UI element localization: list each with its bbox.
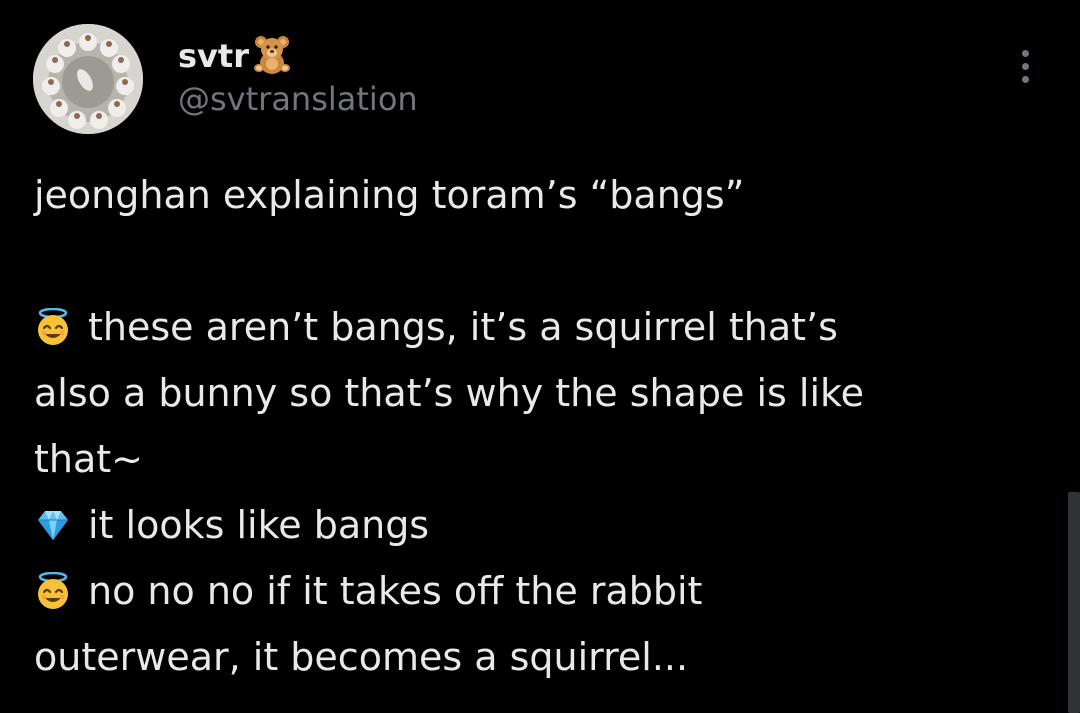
avatar-photo <box>33 24 143 134</box>
author-name-row[interactable]: svtr <box>178 32 293 80</box>
tweet-line-text: also a bunny so that’s why the shape is … <box>34 371 865 415</box>
scrollbar[interactable] <box>1068 492 1080 713</box>
tweet-line-text: no no no if it takes off the rabbit <box>88 569 703 613</box>
tweet-line: these aren’t bangs, it’s a squirrel that… <box>34 294 1044 360</box>
gem-stone-icon <box>34 498 72 540</box>
tweet-line: no no no if it takes off the rabbit <box>34 558 1044 624</box>
tweet-line-text: these aren’t bangs, it’s a squirrel that… <box>88 305 838 349</box>
more-vertical-icon-dot <box>1021 75 1029 83</box>
tweet-line-text: it looks like bangs <box>88 503 430 547</box>
tweet-line: also a bunny so that’s why the shape is … <box>34 360 1044 426</box>
tweet-line: that~ <box>34 426 1044 492</box>
avatar[interactable] <box>33 24 143 134</box>
more-options-button[interactable] <box>1008 44 1042 88</box>
more-vertical-icon-dot <box>1021 62 1029 70</box>
tweet-line: jeonghan explaining toram’s “bangs” <box>34 162 1044 228</box>
tweet-line: it looks like bangs <box>34 492 1044 558</box>
smiling-face-with-halo-icon <box>34 300 72 345</box>
user-handle[interactable]: @svtranslation <box>178 80 418 118</box>
tweet-line-text: outerwear, it becomes a squirrel... <box>34 635 689 679</box>
tweet-line-text: jeonghan explaining toram’s “bangs” <box>34 173 745 217</box>
teddy-bear-emoji-icon <box>251 33 293 75</box>
tweet: svtr @svtranslation jeonghan explaining … <box>0 0 1080 713</box>
smiling-face-with-halo-icon <box>34 564 72 609</box>
display-name[interactable]: svtr <box>178 37 249 75</box>
more-vertical-icon <box>1021 49 1029 57</box>
tweet-line-text: that~ <box>34 437 144 481</box>
tweet-line: outerwear, it becomes a squirrel... <box>34 624 1044 690</box>
tweet-text: jeonghan explaining toram’s “bangs” thes… <box>34 162 1044 690</box>
